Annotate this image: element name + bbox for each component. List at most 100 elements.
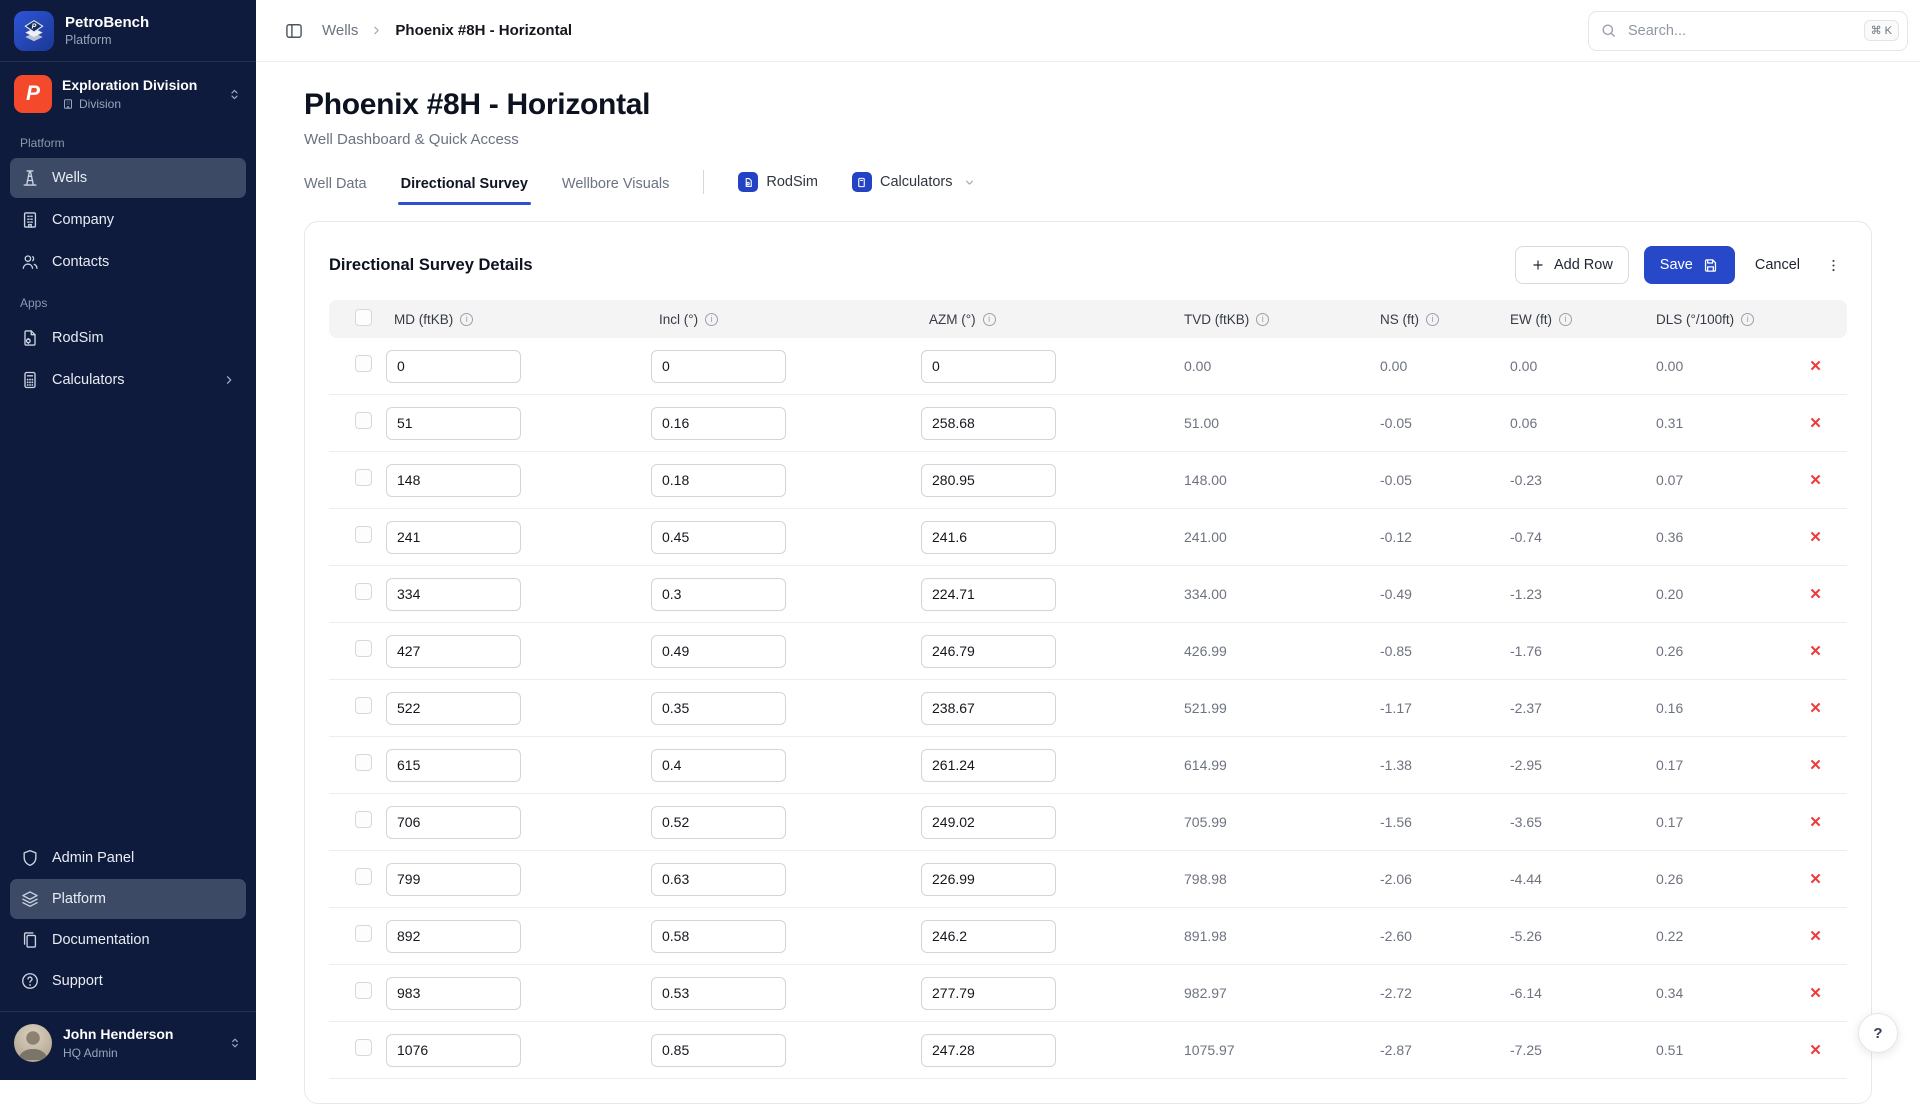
- row-checkbox[interactable]: [355, 697, 372, 714]
- delete-row-icon[interactable]: ✕: [1803, 1039, 1828, 1061]
- azm-input[interactable]: [921, 1034, 1056, 1067]
- incl-input[interactable]: [651, 806, 786, 839]
- azm-input[interactable]: [921, 350, 1056, 383]
- info-icon[interactable]: [705, 313, 718, 326]
- md-input[interactable]: [386, 635, 521, 668]
- search-box[interactable]: ⌘ K: [1588, 11, 1908, 51]
- tab-rodsim[interactable]: RodSim: [738, 172, 818, 205]
- incl-input[interactable]: [651, 521, 786, 554]
- sidebar-item-calculators[interactable]: Calculators: [10, 360, 246, 400]
- info-icon[interactable]: [460, 313, 473, 326]
- delete-row-icon[interactable]: ✕: [1803, 583, 1828, 605]
- azm-input[interactable]: [921, 977, 1056, 1010]
- md-input[interactable]: [386, 806, 521, 839]
- incl-input[interactable]: [651, 407, 786, 440]
- delete-row-icon[interactable]: ✕: [1803, 412, 1828, 434]
- md-input[interactable]: [386, 977, 521, 1010]
- azm-input[interactable]: [921, 635, 1056, 668]
- md-input[interactable]: [386, 407, 521, 440]
- info-icon[interactable]: [1256, 313, 1269, 326]
- delete-row-icon[interactable]: ✕: [1803, 982, 1828, 1004]
- sidebar-item-support[interactable]: Support: [10, 961, 246, 1001]
- md-input[interactable]: [386, 521, 521, 554]
- incl-input[interactable]: [651, 977, 786, 1010]
- md-input[interactable]: [386, 863, 521, 896]
- division-switcher[interactable]: P Exploration Division Division: [0, 62, 256, 123]
- sidebar-item-contacts[interactable]: Contacts: [10, 242, 246, 282]
- delete-row-icon[interactable]: ✕: [1803, 469, 1828, 491]
- row-checkbox[interactable]: [355, 640, 372, 657]
- azm-input[interactable]: [921, 749, 1056, 782]
- delete-row-icon[interactable]: ✕: [1803, 526, 1828, 548]
- select-all-checkbox[interactable]: [355, 309, 372, 326]
- add-row-button[interactable]: Add Row: [1515, 246, 1629, 284]
- row-checkbox[interactable]: [355, 925, 372, 942]
- row-checkbox[interactable]: [355, 526, 372, 543]
- incl-input[interactable]: [651, 692, 786, 725]
- help-button[interactable]: ?: [1858, 1013, 1898, 1053]
- incl-input[interactable]: [651, 464, 786, 497]
- tab-well-data[interactable]: Well Data: [304, 176, 367, 205]
- tvd-value: 521.99: [1154, 700, 1350, 716]
- more-options-icon[interactable]: [1820, 254, 1847, 277]
- azm-input[interactable]: [921, 863, 1056, 896]
- delete-row-icon[interactable]: ✕: [1803, 925, 1828, 947]
- delete-row-icon[interactable]: ✕: [1803, 697, 1828, 719]
- row-checkbox[interactable]: [355, 355, 372, 372]
- delete-row-icon[interactable]: ✕: [1803, 811, 1828, 833]
- row-checkbox[interactable]: [355, 1039, 372, 1056]
- tab-calculators[interactable]: Calculators: [852, 172, 976, 205]
- search-input[interactable]: [1626, 22, 1855, 40]
- sidebar-item-company[interactable]: Company: [10, 200, 246, 240]
- md-input[interactable]: [386, 749, 521, 782]
- incl-input[interactable]: [651, 749, 786, 782]
- tab-directional-survey[interactable]: Directional Survey: [401, 176, 528, 205]
- sidebar-item-documentation[interactable]: Documentation: [10, 920, 246, 960]
- sidebar-item-rodsim[interactable]: RodSim: [10, 318, 246, 358]
- sidebar-item-admin-panel[interactable]: Admin Panel: [10, 838, 246, 878]
- sidebar-item-platform[interactable]: Platform: [10, 879, 246, 919]
- user-menu[interactable]: John Henderson HQ Admin: [0, 1012, 256, 1076]
- md-input[interactable]: [386, 1034, 521, 1067]
- incl-input[interactable]: [651, 350, 786, 383]
- save-button[interactable]: Save: [1644, 246, 1735, 284]
- azm-input[interactable]: [921, 692, 1056, 725]
- delete-row-icon[interactable]: ✕: [1803, 640, 1828, 662]
- sidebar-item-wells[interactable]: Wells: [10, 158, 246, 198]
- azm-input[interactable]: [921, 806, 1056, 839]
- row-checkbox[interactable]: [355, 811, 372, 828]
- row-checkbox[interactable]: [355, 982, 372, 999]
- azm-input[interactable]: [921, 407, 1056, 440]
- sidebar-toggle-icon[interactable]: [280, 17, 308, 45]
- delete-row-icon[interactable]: ✕: [1803, 754, 1828, 776]
- info-icon[interactable]: [1741, 313, 1754, 326]
- azm-input[interactable]: [921, 464, 1056, 497]
- delete-row-icon[interactable]: ✕: [1803, 868, 1828, 890]
- md-input[interactable]: [386, 350, 521, 383]
- row-checkbox[interactable]: [355, 583, 372, 600]
- row-checkbox[interactable]: [355, 754, 372, 771]
- delete-row-icon[interactable]: ✕: [1803, 355, 1828, 377]
- azm-input[interactable]: [921, 578, 1056, 611]
- incl-input[interactable]: [651, 635, 786, 668]
- info-icon[interactable]: [983, 313, 996, 326]
- md-input[interactable]: [386, 920, 521, 953]
- md-input[interactable]: [386, 464, 521, 497]
- cancel-button[interactable]: Cancel: [1750, 257, 1805, 273]
- row-checkbox[interactable]: [355, 412, 372, 429]
- breadcrumb-wells[interactable]: Wells: [322, 22, 358, 39]
- tab-wellbore-visuals[interactable]: Wellbore Visuals: [562, 176, 669, 205]
- incl-input[interactable]: [651, 578, 786, 611]
- azm-input[interactable]: [921, 521, 1056, 554]
- md-input[interactable]: [386, 692, 521, 725]
- info-icon[interactable]: [1426, 313, 1439, 326]
- incl-input[interactable]: [651, 920, 786, 953]
- app-header[interactable]: P PetroBench Platform: [0, 0, 256, 62]
- row-checkbox[interactable]: [355, 469, 372, 486]
- row-checkbox[interactable]: [355, 868, 372, 885]
- incl-input[interactable]: [651, 863, 786, 896]
- info-icon[interactable]: [1559, 313, 1572, 326]
- azm-input[interactable]: [921, 920, 1056, 953]
- incl-input[interactable]: [651, 1034, 786, 1067]
- md-input[interactable]: [386, 578, 521, 611]
